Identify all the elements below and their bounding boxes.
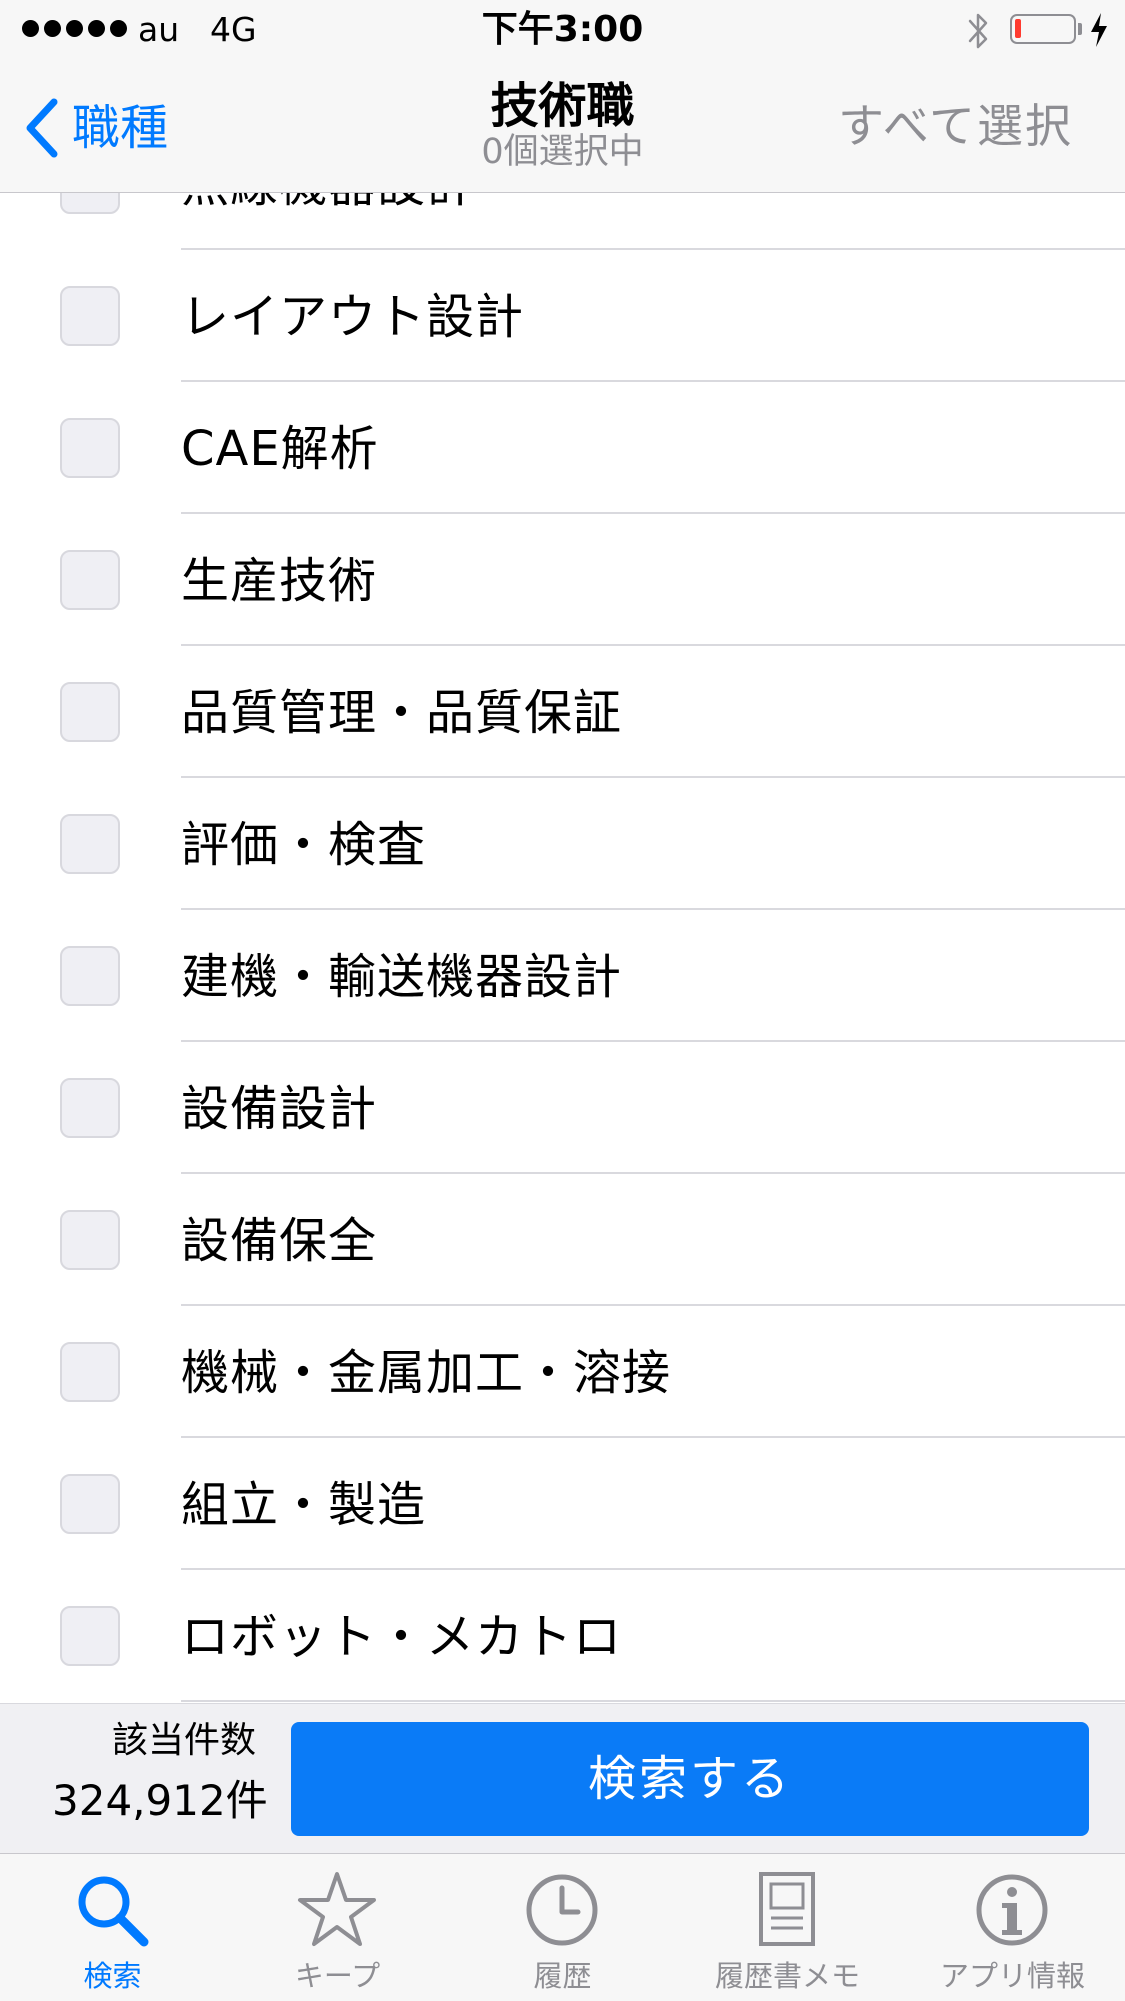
bluetooth-icon [968,13,988,49]
list-item[interactable]: 組立・製造 [0,1438,1125,1570]
checkbox[interactable] [60,418,120,478]
tab-label: アプリ情報 [939,1959,1085,1993]
info-icon [976,1874,1048,1946]
checkbox[interactable] [60,946,120,1006]
row-separator [181,1700,1125,1702]
tab-resume-memo[interactable]: 履歴書メモ [675,1854,900,2001]
tab-label: 履歴書メモ [714,1959,860,1993]
list-item[interactable]: 機械・金属加工・溶接 [0,1306,1125,1438]
tab-search[interactable]: 検索 [0,1854,225,2001]
list-item[interactable]: 品質管理・品質保証 [0,646,1125,778]
battery-tip [1078,23,1082,35]
search-button[interactable]: 検索する [291,1722,1089,1836]
checkbox[interactable] [60,1078,120,1138]
list-item[interactable]: レイアウト設計 [0,250,1125,382]
list-item-label: 組立・製造 [181,1477,427,1533]
search-footer: 該当件数 324,912件 検索する [0,1703,1125,1853]
list-item[interactable]: CAE解析 [0,382,1125,514]
select-all-button[interactable]: すべて選択 [838,96,1073,156]
list-item-label: 生産技術 [181,553,378,609]
screen: 無線機器設計 レイアウト設計 CAE解析 生産技術 品質管理・品質保証 [0,0,1125,2001]
status-time: 下午3:00 [481,9,644,50]
checkbox[interactable] [60,286,120,346]
status-bar: au 4G 下午3:00 [0,0,1125,60]
list-item-label: 建機・輸送機器設計 [181,949,623,1005]
list-item[interactable]: 設備保全 [0,1174,1125,1306]
list-item-label: レイアウト設計 [181,289,525,345]
checkbox[interactable] [60,550,120,610]
list-item[interactable]: ロボット・メカトロ [0,1570,1125,1702]
star-icon [298,1872,376,1946]
tab-history[interactable]: 履歴 [450,1854,675,2001]
battery-icon [1010,14,1076,44]
checkbox[interactable] [60,814,120,874]
tab-label: 検索 [83,1959,142,1993]
list-item-label: CAE解析 [181,421,379,477]
checkbox[interactable] [60,1210,120,1270]
tab-bar: 検索 キープ 履歴 履歴書メモ アプリ情報 [0,1853,1125,2001]
tab-keep[interactable]: キープ [225,1854,450,2001]
document-icon [759,1872,815,1946]
list-item[interactable]: 評価・検査 [0,778,1125,910]
tab-label: キープ [294,1959,381,1993]
tab-label: 履歴 [533,1959,592,1993]
occupation-list[interactable]: 無線機器設計 レイアウト設計 CAE解析 生産技術 品質管理・品質保証 [0,60,1125,1703]
result-count-value: 324,912件 [52,1776,268,1825]
navigation-bar: 職種 技術職 0個選択中 すべて選択 [0,60,1125,193]
list-item-label: ロボット・メカトロ [181,1609,623,1665]
list-item-label: 機械・金属加工・溶接 [181,1345,672,1401]
checkbox[interactable] [60,1342,120,1402]
search-icon [78,1876,149,1947]
charging-icon [1091,13,1107,47]
list-item-label: 評価・検査 [181,817,427,873]
list-item[interactable]: 生産技術 [0,514,1125,646]
occupation-list-inner: 無線機器設計 レイアウト設計 CAE解析 生産技術 品質管理・品質保証 [0,118,1125,1702]
result-count-label: 該当件数 [112,1720,257,1761]
list-item-label: 設備設計 [181,1081,378,1137]
tab-app-info[interactable]: アプリ情報 [900,1854,1125,2001]
battery-level [1015,19,1021,38]
list-item-label: 品質管理・品質保証 [181,685,623,741]
checkbox[interactable] [60,682,120,742]
list-item-label: 設備保全 [181,1213,378,1269]
checkbox[interactable] [60,1606,120,1666]
clock-icon [526,1874,598,1946]
checkbox[interactable] [60,1474,120,1534]
list-item[interactable]: 設備設計 [0,1042,1125,1174]
list-item[interactable]: 建機・輸送機器設計 [0,910,1125,1042]
